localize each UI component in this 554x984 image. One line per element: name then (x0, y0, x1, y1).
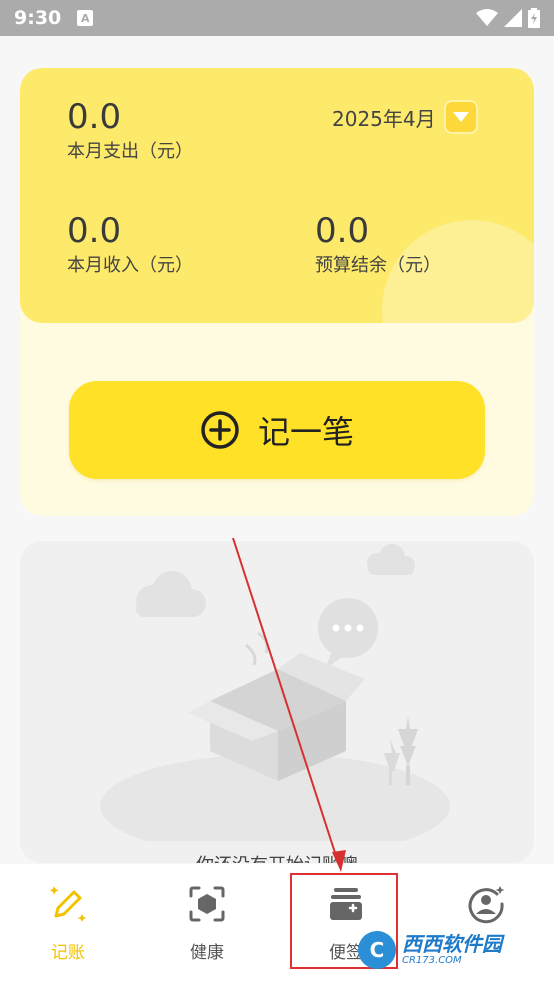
empty-box-illustration (100, 544, 450, 841)
status-time: 9:30 (14, 7, 62, 29)
nav-item-health[interactable]: 健康 (157, 884, 257, 963)
summary-card: 0.0 本月支出（元） 2025年4月 0.0 本月收入（元） 0.0 预算结余… (20, 68, 534, 516)
watermark-text: 西西软件园 CR173.COM (402, 934, 502, 966)
empty-state-card: 你还没有开始记账噢 (20, 541, 534, 863)
budget-label: 预算结余（元） (315, 255, 441, 276)
nav-label-health: 健康 (190, 943, 224, 963)
watermark-logo-icon: C (358, 931, 396, 969)
budget-value: 0.0 (315, 211, 370, 251)
summary-header: 0.0 本月支出（元） 2025年4月 0.0 本月收入（元） 0.0 预算结余… (20, 68, 534, 323)
income-label: 本月收入（元） (67, 255, 193, 276)
record-button[interactable]: 记一笔 (69, 381, 485, 479)
pen-sparkle-icon (50, 886, 87, 922)
expense-label: 本月支出（元） (67, 141, 193, 162)
signal-icon (504, 9, 522, 27)
user-star-icon (468, 886, 505, 924)
scan-box-icon (189, 886, 225, 922)
status-bar: 9:30 A (0, 0, 554, 36)
nav-label-accounting: 记账 (51, 943, 85, 963)
plus-circle-icon (201, 411, 239, 449)
nav-item-accounting[interactable]: 记账 (18, 884, 118, 963)
month-text: 2025年4月 (332, 106, 436, 131)
wifi-icon (476, 9, 498, 26)
income-value: 0.0 (67, 211, 122, 251)
income-stat: 0.0 本月收入（元） (67, 212, 193, 278)
record-button-label: 记一笔 (257, 413, 354, 451)
chevron-down-icon[interactable] (443, 100, 478, 134)
empty-state-text: 你还没有开始记账噢 (20, 851, 534, 863)
status-icons (476, 8, 540, 28)
expense-stat: 0.0 本月支出（元） (67, 98, 193, 164)
battery-icon (528, 8, 540, 28)
watermark-sub: CR173.COM (402, 955, 462, 966)
watermark: C 西西软件园 CR173.COM (358, 930, 534, 970)
month-picker[interactable]: 2025年4月 (332, 100, 478, 134)
budget-stat: 0.0 预算结余（元） (315, 212, 441, 278)
expense-value: 0.0 (67, 97, 122, 137)
watermark-main: 西西软件园 (402, 932, 502, 956)
notification-badge-icon: A (77, 10, 94, 26)
